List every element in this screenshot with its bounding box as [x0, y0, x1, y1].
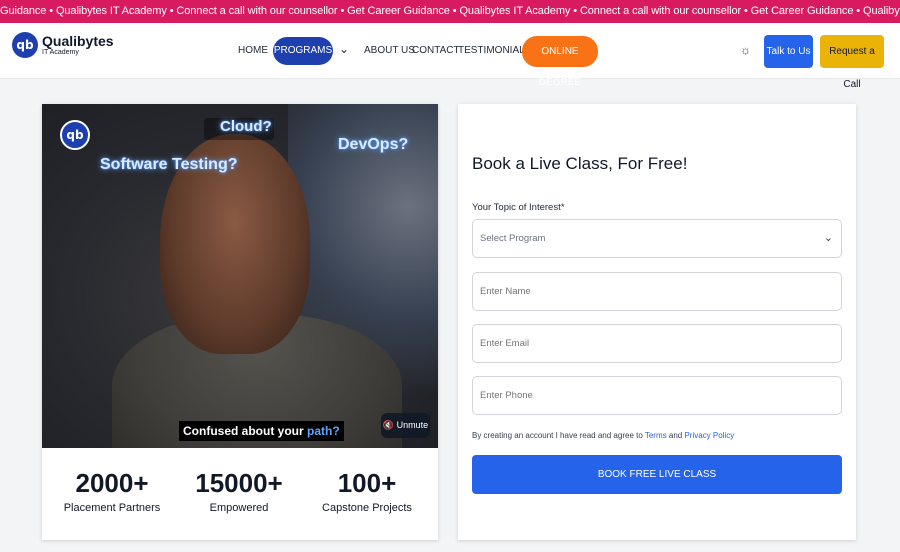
chevron-down-icon: ⌄: [823, 232, 833, 244]
terms-text: By creating an account I have read and a…: [472, 431, 645, 440]
stat-value: 2000+: [75, 468, 149, 498]
terms-link[interactable]: Terms: [645, 431, 667, 440]
logo-text: Qualibytes IT Academy: [42, 34, 114, 56]
theme-toggle-icon[interactable]: ☼: [740, 43, 751, 57]
program-select[interactable]: Select Program ⌄: [472, 219, 842, 258]
mute-icon: 🔇: [382, 420, 395, 430]
phone-input[interactable]: [473, 377, 841, 414]
form-title: Book a Live Class, For Free!: [472, 154, 688, 173]
site-logo[interactable]: qb Qualibytes IT Academy: [12, 32, 114, 58]
email-field[interactable]: [472, 324, 842, 363]
email-input[interactable]: [473, 325, 841, 362]
video-caption: Confused about your path?: [179, 421, 344, 441]
nav-home[interactable]: HOME: [238, 45, 268, 56]
logo-mark-icon: qb: [12, 32, 38, 58]
hero-video-card: qb Cloud? Software Testing? DevOps? Conf…: [42, 104, 438, 540]
bubble-cloud: Cloud?: [220, 118, 272, 135]
stat-value: 15000+: [195, 468, 283, 498]
top-navbar: qb Qualibytes IT Academy HOME PROGRAMS ⌄…: [0, 23, 900, 90]
online-degree-button[interactable]: ONLINE DEGREE: [522, 36, 598, 88]
unmute-label: Unmute: [396, 420, 429, 430]
nav-contact[interactable]: CONTACT: [412, 45, 460, 56]
nav-about[interactable]: ABOUT US: [364, 45, 415, 56]
unmute-button[interactable]: 🔇 Unmute: [381, 413, 430, 438]
booking-form-card: Book a Live Class, For Free! Your Topic …: [458, 104, 856, 540]
video-logo-icon: qb: [60, 120, 90, 150]
stat-value: 100+: [337, 468, 397, 498]
talk-to-us-button[interactable]: Talk to Us: [764, 35, 813, 68]
terms-notice: By creating an account I have read and a…: [472, 431, 734, 440]
book-free-class-button[interactable]: BOOK FREE LIVE CLASS: [472, 455, 842, 494]
stat-item: 15000+ Empowered: [179, 466, 299, 514]
topic-label: Your Topic of Interest*: [472, 202, 565, 213]
caption-highlight: path?: [307, 424, 340, 438]
logo-subtitle: IT Academy: [42, 49, 79, 56]
request-call-button[interactable]: Request a Call: [820, 35, 884, 90]
phone-field[interactable]: [472, 376, 842, 415]
stat-item: 100+ Capstone Projects: [307, 466, 427, 514]
name-input[interactable]: [473, 273, 841, 310]
bubble-software-testing: Software Testing?: [100, 156, 238, 173]
caption-text: Confused about your: [183, 424, 307, 438]
bubble-devops: DevOps?: [338, 136, 409, 153]
chevron-down-icon[interactable]: ⌄: [339, 42, 349, 56]
logo-name: Qualibytes: [42, 33, 114, 49]
program-select-value: Select Program: [480, 233, 546, 244]
stat-label: Placement Partners: [63, 502, 161, 514]
announcement-ticker: Guidance • Qualibytes IT Academy • Conne…: [0, 0, 900, 23]
nav-testimonials[interactable]: TESTIMONIALS: [458, 45, 531, 56]
name-field[interactable]: [472, 272, 842, 311]
hero-video[interactable]: qb Cloud? Software Testing? DevOps? Conf…: [42, 104, 438, 448]
stat-label: Empowered: [209, 502, 269, 514]
privacy-policy-link[interactable]: Privacy Policy: [684, 431, 734, 440]
terms-and: and: [666, 431, 685, 440]
nav-programs-button[interactable]: PROGRAMS: [273, 37, 333, 65]
stat-item: 2000+ Placement Partners: [52, 466, 172, 514]
ticker-text: Guidance • Qualibytes IT Academy • Conne…: [0, 5, 900, 17]
stat-label: Capstone Projects: [322, 502, 412, 514]
